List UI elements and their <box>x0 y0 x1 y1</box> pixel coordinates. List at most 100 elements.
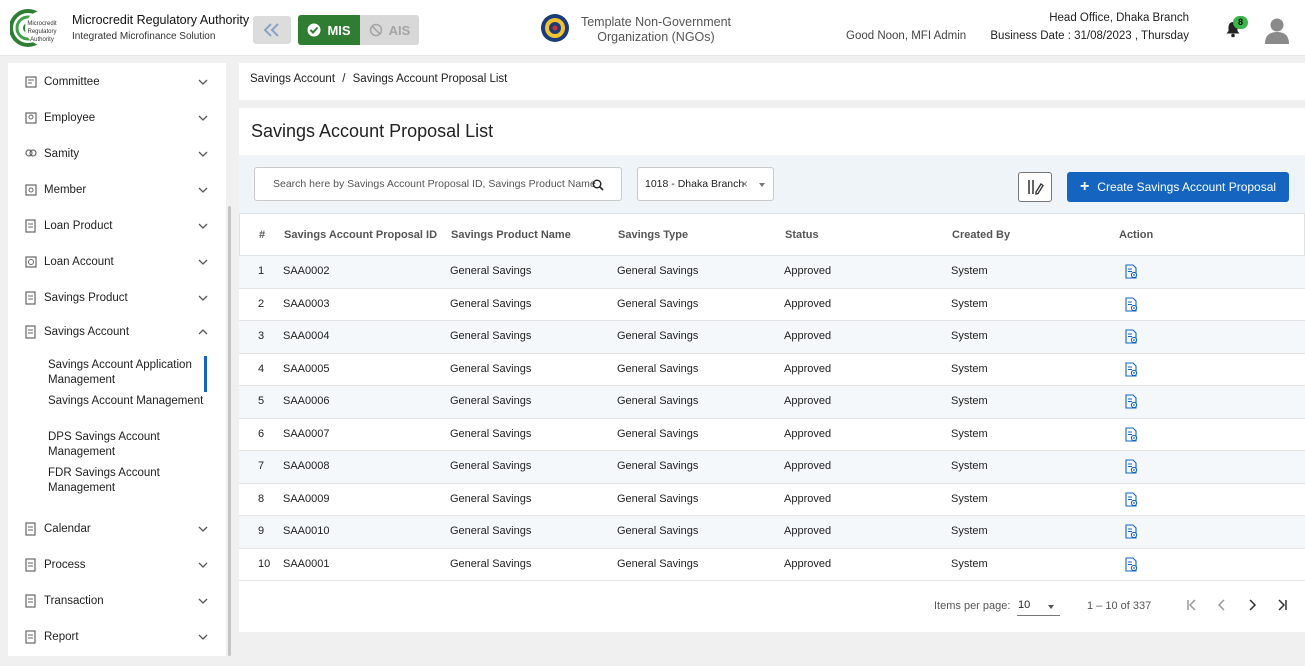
view-details-icon[interactable] <box>1125 491 1138 507</box>
search-icon[interactable] <box>592 179 604 191</box>
table-cell: General Savings <box>450 265 532 277</box>
column-header[interactable]: Savings Product Name <box>451 229 571 241</box>
chevron-down-icon <box>198 259 208 265</box>
table-cell: SAA0001 <box>283 557 330 570</box>
ngo-name: Template Non-Government Organization (NG… <box>580 15 732 44</box>
sidebar: Committee Employee Samity Member Loan Pr… <box>8 63 226 656</box>
sidebar-subitem-dps-savings-account[interactable]: DPS Savings Account Management <box>48 430 208 460</box>
sidebar-item-label: Report <box>44 631 79 643</box>
view-details-icon[interactable] <box>1125 394 1138 409</box>
table-cell: SAA0007 <box>283 427 330 440</box>
table-row: 9 SAA0010 General Savings General Savings Ap… <box>239 516 1305 549</box>
sidebar-item-loan-product[interactable]: Loan Product <box>8 212 218 240</box>
breadcrumb-separator: / <box>342 73 346 85</box>
sidebar-subitem-savings-account-application[interactable]: Savings Account Application Management <box>48 358 208 388</box>
table-row: 10 SAA0001 General Savings General Savings A… <box>239 548 1305 581</box>
page-range-label: 1 – 10 of 337 <box>1087 600 1152 612</box>
table-row: 3 SAA0004 General Savings General Savings Ap… <box>239 321 1305 354</box>
view-details-icon[interactable] <box>1125 361 1138 377</box>
sidebar-subitem-savings-account-management[interactable]: Savings Account Management <box>48 394 208 409</box>
sidebar-item-report[interactable]: Report <box>8 623 218 651</box>
table-cell: General Savings <box>617 460 699 472</box>
account-icon <box>25 256 37 268</box>
first-page-icon[interactable] <box>1184 597 1200 613</box>
mis-label: MIS <box>327 22 351 38</box>
table-cell: General Savings <box>450 557 532 570</box>
table-cell: SAA0002 <box>283 265 330 277</box>
sidebar-item-employee[interactable]: Employee <box>8 104 218 132</box>
document-icon <box>25 594 36 608</box>
column-header[interactable]: Savings Account Proposal ID <box>284 229 437 241</box>
paginator: Items per page: 10 1 – 10 of 337 <box>239 585 1305 625</box>
committee-icon <box>25 76 37 88</box>
chevron-down-icon <box>198 526 208 532</box>
table-cell: 4 <box>258 362 265 375</box>
view-details-icon[interactable] <box>1125 264 1138 279</box>
svg-text:Authority: Authority <box>30 37 54 43</box>
ais-mode-button[interactable]: AIS <box>360 15 419 45</box>
chevron-down-icon <box>198 151 208 157</box>
view-details-icon[interactable] <box>1125 524 1138 539</box>
document-icon <box>25 630 36 644</box>
top-header: Microcredit Regulatory Authority Microcr… <box>0 0 1305 56</box>
view-details-icon[interactable] <box>1125 329 1138 344</box>
clear-icon[interactable]: × <box>741 177 748 191</box>
table-cell: General Savings <box>450 525 532 537</box>
table-cell: Approved <box>784 362 832 375</box>
view-details-icon[interactable] <box>1125 426 1138 442</box>
sidebar-item-savings-account[interactable]: Savings Account <box>8 318 218 346</box>
breadcrumb-parent[interactable]: Savings Account <box>250 73 335 85</box>
table-cell: SAA0004 <box>283 330 330 342</box>
document-icon <box>25 219 36 233</box>
create-button-label: Create Savings Account Proposal <box>1097 180 1277 194</box>
sidebar-item-committee[interactable]: Committee <box>8 68 218 96</box>
table-cell: System <box>951 525 988 537</box>
sidebar-item-member[interactable]: Member <box>8 176 218 204</box>
search-input[interactable]: Search here by Savings Account Proposal … <box>254 167 622 201</box>
create-savings-account-proposal-button[interactable]: + Create Savings Account Proposal <box>1067 172 1289 202</box>
document-icon <box>25 558 36 572</box>
chevron-up-icon <box>198 329 208 335</box>
last-page-icon[interactable] <box>1274 597 1290 613</box>
sidebar-scrollbar[interactable] <box>228 206 231 656</box>
business-date: Business Date : 31/08/2023 , Thursday <box>990 30 1189 42</box>
ais-label: AIS <box>388 22 411 38</box>
table-cell: System <box>951 395 988 407</box>
table-cell: Approved <box>784 460 832 472</box>
sidebar-subitem-fdr-savings-account[interactable]: FDR Savings Account Management <box>48 466 208 496</box>
user-avatar-icon[interactable] <box>1264 16 1290 44</box>
next-page-icon[interactable] <box>1244 597 1260 613</box>
column-header[interactable]: Savings Type <box>618 229 688 241</box>
items-per-page-select[interactable]: 10 <box>1017 596 1060 616</box>
sidebar-item-loan-account[interactable]: Loan Account <box>8 248 218 276</box>
org-subtitle: Integrated Microfinance Solution <box>72 31 216 42</box>
breadcrumb-trail: Savings Account / Savings Account Propos… <box>250 73 507 85</box>
column-header[interactable]: Status <box>785 229 819 241</box>
sidebar-item-label: Loan Product <box>44 220 113 232</box>
table-cell: General Savings <box>617 492 699 505</box>
previous-page-icon[interactable] <box>1214 597 1230 613</box>
view-details-icon[interactable] <box>1125 459 1138 474</box>
table-cell: 1 <box>258 265 265 277</box>
mis-mode-button[interactable]: MIS <box>298 15 360 45</box>
collapse-sidebar-button[interactable] <box>253 16 291 44</box>
chevron-down-icon <box>198 79 208 85</box>
double-chevron-left-icon <box>263 23 279 37</box>
sidebar-item-process[interactable]: Process <box>8 551 218 579</box>
sidebar-item-calendar[interactable]: Calendar <box>8 515 218 543</box>
sidebar-item-transaction[interactable]: Transaction <box>8 587 218 615</box>
column-header[interactable]: Created By <box>952 229 1010 241</box>
view-details-icon[interactable] <box>1125 296 1138 312</box>
table-cell: General Savings <box>450 460 532 472</box>
view-details-icon[interactable] <box>1125 556 1138 572</box>
table-cell: Approved <box>784 265 832 277</box>
sidebar-item-savings-product[interactable]: Savings Product <box>8 284 218 312</box>
sidebar-item-samity[interactable]: Samity <box>8 140 218 168</box>
table-cell: General Savings <box>617 297 699 310</box>
sidebar-item-label: Loan Account <box>44 256 114 268</box>
table-cell: General Savings <box>450 297 532 310</box>
column-settings-button[interactable] <box>1018 172 1052 202</box>
dropdown-caret-icon <box>1048 605 1054 609</box>
branch-select[interactable]: 1018 - Dhaka Branch × <box>637 167 774 201</box>
dropdown-caret-icon <box>759 183 765 187</box>
